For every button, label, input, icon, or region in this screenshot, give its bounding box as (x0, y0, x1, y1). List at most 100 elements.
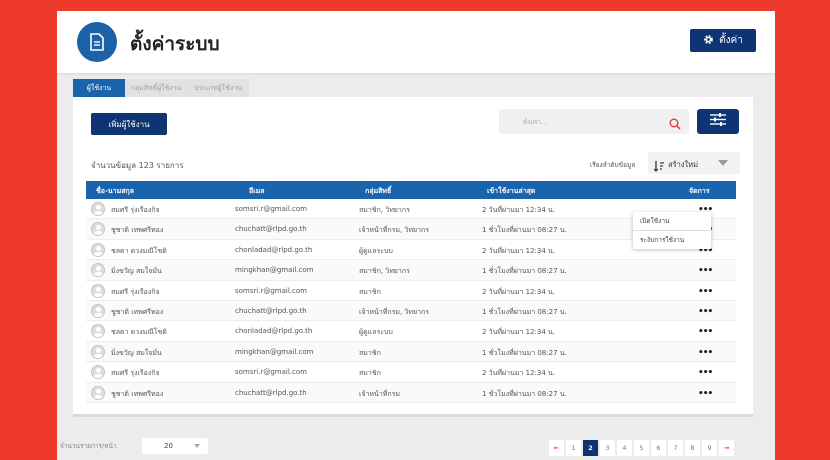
table-row[interactable]: ชูชาติ เทพศรีทอง chuchatt@rlpd.go.th เจ้าห… (86, 382, 736, 403)
arrow-left-icon[interactable]: ← (549, 440, 564, 456)
page-list: 123456789 (566, 440, 717, 456)
more-horizontal-icon[interactable]: ••• (698, 307, 713, 317)
cell-group: สมาชิก, วิทยากร (359, 267, 410, 276)
col-email[interactable]: อีเมล (249, 186, 265, 197)
more-horizontal-icon[interactable]: ••• (698, 266, 713, 276)
page-9[interactable]: 9 (702, 440, 717, 456)
cell-last-login: 1 ชั่วโมงที่ผ่านมา 08:27 น. (482, 226, 567, 235)
more-horizontal-icon[interactable]: ••• (698, 287, 713, 297)
cell-last-login: 2 วันที่ผ่านมา 12:34 น. (482, 246, 556, 255)
more-horizontal-icon[interactable]: ••• (698, 368, 713, 378)
table-row[interactable]: ชลดา ดวงมณีโชติ chonladad@rlpd.go.th ผู้ดู… (86, 321, 736, 342)
col-last-login[interactable]: เข้าใช้งานล่าสุด (487, 186, 535, 197)
cell-group: สมาชิก (359, 287, 381, 296)
page-1[interactable]: 1 (566, 440, 581, 456)
cell-email: chuchatt@rlpd.go.th (235, 306, 307, 315)
avatar (91, 222, 105, 237)
avatar (91, 324, 105, 339)
page-5[interactable]: 5 (634, 440, 649, 456)
page-size-label: จำนวนรายการ/หน้า (60, 442, 117, 450)
cell-email: mingkhan@gmail.com (235, 266, 314, 275)
document-icon (77, 22, 117, 62)
cell-last-login: 1 ชั่วโมงที่ผ่านมา 08:27 น. (482, 348, 567, 357)
gear-icon (703, 34, 714, 48)
page-8[interactable]: 8 (685, 440, 700, 456)
page-size-select[interactable]: 20 (142, 438, 208, 454)
cell-email: somsri.r@gmail.com (235, 368, 307, 377)
menu-item-enable[interactable]: เปิดใช้งาน (633, 212, 711, 230)
avatar (91, 242, 105, 257)
app-window: ตั้งค่าระบบ ตั้งค่า ผู้ใช้งาน กลุ่มสิทธิ… (57, 11, 775, 460)
table-row[interactable]: สมศรี รุ่งเรืองกิจ somsri.r@gmail.com สมาช… (86, 362, 736, 383)
search-input[interactable]: ค้นหา... (499, 109, 689, 134)
filter-button[interactable] (697, 109, 739, 134)
more-horizontal-icon[interactable]: ••• (698, 327, 713, 337)
settings-button[interactable]: ตั้งค่า (690, 29, 756, 52)
search-placeholder: ค้นหา... (523, 118, 548, 126)
col-group[interactable]: กลุ่มสิทธิ์ (365, 186, 391, 197)
cell-name: สมศรี รุ่งเรืองกิจ (111, 369, 160, 378)
cell-email: chonladad@rlpd.go.th (235, 327, 313, 336)
cell-name: ชลดา ดวงมณีโชติ (111, 246, 167, 255)
table-row[interactable]: ชูชาติ เทพศรีทอง chuchatt@rlpd.go.th เจ้าห… (86, 300, 736, 322)
cell-name: ชูชาติ เทพศรีทอง (111, 226, 164, 235)
cell-last-login: 2 วันที่ผ่านมา 12:34 น. (482, 287, 556, 296)
add-user-button[interactable]: เพิ่มผู้ใช้งาน (91, 113, 167, 135)
col-name[interactable]: ชื่อ-นามสกุล (96, 186, 134, 197)
tab-user-groups[interactable]: กลุ่มสิทธิ์ผู้ใช้งาน (125, 79, 187, 97)
cell-last-login: 1 ชั่วโมงที่ผ่านมา 08:27 น. (482, 307, 567, 316)
cell-email: somsri.r@gmail.com (235, 286, 307, 295)
tab-users[interactable]: ผู้ใช้งาน (73, 79, 125, 97)
cell-group: เจ้าหน้าที่กรม (359, 389, 400, 398)
page-3[interactable]: 3 (600, 440, 615, 456)
cell-last-login: 2 วันที่ผ่านมา 12:34 น. (482, 328, 556, 337)
cell-group: สมาชิก (359, 369, 381, 378)
table-header: ชื่อ-นามสกุล อีเมล กลุ่มสิทธิ์ เข้าใช้งา… (86, 181, 736, 199)
pagination: ← 123456789 → (549, 440, 734, 456)
cell-name: มิ่งขวัญ สมใจมั่น (111, 348, 162, 357)
table-row[interactable]: สมศรี รุ่งเรืองกิจ somsri.r@gmail.com สมาช… (86, 281, 736, 301)
page-2[interactable]: 2 (583, 440, 598, 456)
cell-email: mingkhan@gmail.com (235, 347, 314, 356)
cell-last-login: 2 วันที่ผ่านมา 12:34 น. (482, 206, 556, 214)
cell-email: chuchatt@rlpd.go.th (235, 225, 307, 234)
page-7[interactable]: 7 (668, 440, 683, 456)
cell-name: มิ่งขวัญ สมใจมั่น (111, 267, 162, 276)
tab-bar: ผู้ใช้งาน กลุ่มสิทธิ์ผู้ใช้งาน ประเภทผู้… (73, 79, 249, 97)
cell-group: เจ้าหน้าที่กรม, วิทยากร (359, 226, 430, 235)
users-panel: เพิ่มผู้ใช้งาน ค้นหา... จำนวนข้อมูล 123 … (73, 97, 753, 417)
page-title: ตั้งค่าระบบ (130, 33, 220, 55)
more-horizontal-icon[interactable]: ••• (698, 348, 713, 358)
cell-last-login: 1 ชั่วโมงที่ผ่านมา 08:27 น. (482, 267, 567, 276)
arrow-right-icon[interactable]: → (719, 440, 734, 456)
cell-name: สมศรี รุ่งเรืองกิจ (111, 287, 160, 296)
avatar (91, 365, 105, 380)
cell-name: ชลดา ดวงมณีโชติ (111, 328, 167, 337)
page-header: ตั้งค่าระบบ ตั้งค่า (57, 11, 775, 73)
avatar (91, 202, 105, 216)
cell-name: สมศรี รุ่งเรืองกิจ (111, 206, 160, 214)
avatar (91, 263, 105, 278)
col-actions: จัดการ (689, 187, 710, 195)
tab-user-types[interactable]: ประเภทผู้ใช้งาน (187, 79, 249, 97)
cell-email: chuchatt@rlpd.go.th (235, 388, 307, 397)
cell-group: สมาชิก, วิทยากร (359, 206, 410, 214)
sort-select[interactable]: สร้างใหม่ (648, 152, 740, 174)
row-action-menu: เปิดใช้งาน ระงับการใช้งาน (633, 212, 711, 249)
cell-last-login: 2 วันที่ผ่านมา 12:34 น. (482, 369, 556, 378)
cell-email: somsri.r@gmail.com (235, 205, 307, 213)
page-6[interactable]: 6 (651, 440, 666, 456)
table-row[interactable]: มิ่งขวัญ สมใจมั่น mingkhan@gmail.com สมาชิ… (86, 260, 736, 281)
search-icon[interactable] (669, 115, 681, 130)
chevron-down-icon (194, 444, 200, 448)
menu-item-suspend[interactable]: ระงับการใช้งาน (633, 230, 711, 248)
sliders-icon (709, 112, 727, 131)
record-count: จำนวนข้อมูล 123 รายการ (91, 161, 184, 170)
table-row[interactable]: มิ่งขวัญ สมใจมั่น mingkhan@gmail.com สมาชิ… (86, 341, 736, 363)
page-4[interactable]: 4 (617, 440, 632, 456)
chevron-down-icon (718, 160, 728, 166)
cell-group: เจ้าหน้าที่กรม, วิทยากร (359, 307, 430, 316)
cell-group: สมาชิก (359, 348, 381, 357)
cell-group: ผู้ดูแลระบบ (359, 246, 393, 255)
more-horizontal-icon[interactable]: ••• (698, 389, 713, 399)
